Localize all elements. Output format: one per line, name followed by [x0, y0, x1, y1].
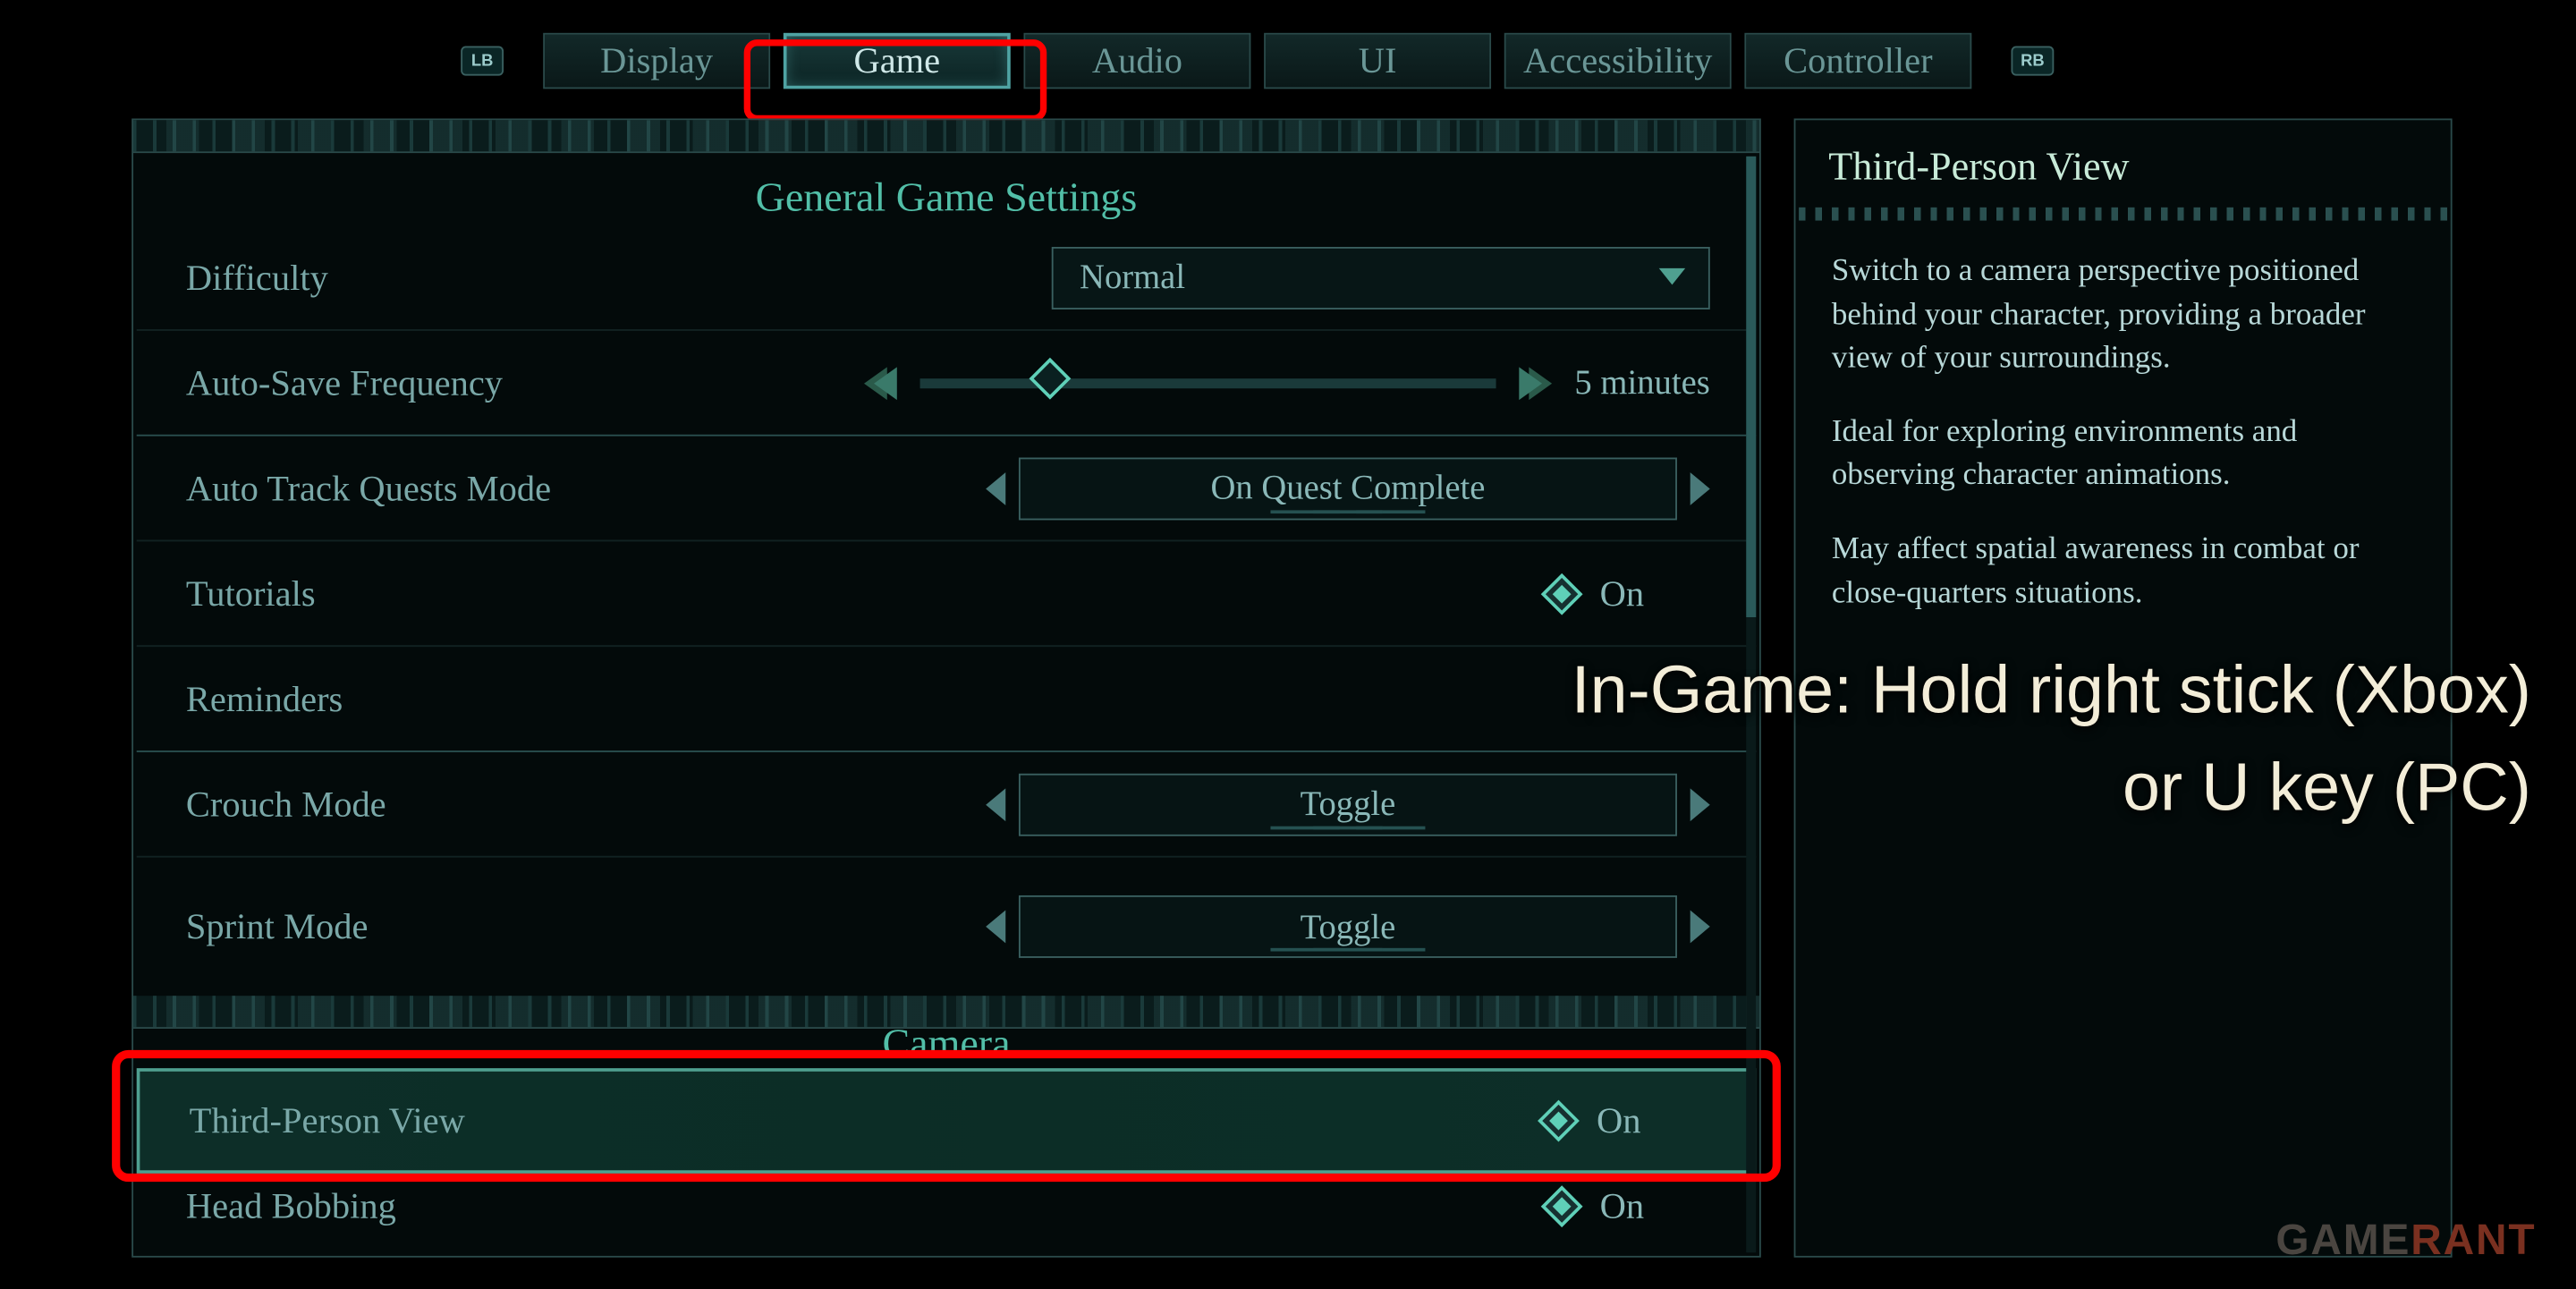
cycle-sprint[interactable]: Toggle [1019, 895, 1677, 958]
row-autosave[interactable]: Auto-Save Frequency 5 minutes [137, 331, 1757, 437]
watermark: GAMERANT [2275, 1215, 2536, 1266]
row-third-person-view[interactable]: Third-Person View On [137, 1068, 1757, 1174]
label-tpv: Third-Person View [190, 1099, 818, 1142]
slider-arrow-right-icon[interactable] [1519, 366, 1542, 399]
cycle-next-icon[interactable] [1690, 471, 1710, 505]
row-reminders[interactable]: Reminders [137, 647, 1757, 752]
watermark-b: RANT [2411, 1215, 2536, 1264]
tab-bar: LB Display Game Audio UI Accessibility C… [0, 0, 2576, 89]
info-ornament [1799, 208, 2447, 221]
row-crouch[interactable]: Crouch Mode Toggle [137, 752, 1757, 858]
cycle-crouch[interactable]: Toggle [1019, 773, 1677, 835]
label-reminders: Reminders [186, 677, 1710, 720]
row-difficulty[interactable]: Difficulty Normal [137, 225, 1757, 331]
info-panel: Third-Person View Switch to a camera per… [1794, 118, 2453, 1257]
label-crouch: Crouch Mode [186, 783, 821, 826]
label-difficulty: Difficulty [186, 256, 821, 299]
tab-display[interactable]: Display [543, 33, 770, 89]
cycle-prev-icon[interactable] [986, 911, 1005, 944]
toggle-value: On [1600, 1185, 1644, 1228]
diamond-on-icon [1541, 572, 1583, 615]
info-body: Switch to a camera perspective positione… [1795, 221, 2450, 675]
scrollbar-thumb[interactable] [1746, 157, 1756, 617]
cycle-next-icon[interactable] [1690, 911, 1710, 944]
row-tutorials[interactable]: Tutorials On [137, 541, 1757, 647]
tab-ui[interactable]: UI [1264, 33, 1491, 89]
rb-bumper[interactable]: RB [2011, 47, 2054, 76]
slider-autosave[interactable]: 5 minutes [874, 362, 1710, 403]
label-sprint: Sprint Mode [186, 905, 821, 948]
label-autotrack: Auto Track Quests Mode [186, 467, 821, 510]
watermark-a: GAME [2275, 1215, 2411, 1264]
panel-ornament-top [133, 120, 1759, 153]
tab-audio[interactable]: Audio [1023, 33, 1250, 89]
toggle-headbob[interactable]: On [1547, 1185, 1644, 1228]
toggle-tpv[interactable]: On [1544, 1099, 1640, 1142]
dropdown-value: Normal [1080, 257, 1185, 298]
row-head-bobbing[interactable]: Head Bobbing On [137, 1174, 1757, 1240]
cycle-prev-icon[interactable] [986, 787, 1005, 820]
slider-thumb-icon[interactable] [1029, 357, 1071, 399]
row-autotrack[interactable]: Auto Track Quests Mode On Quest Complete [137, 437, 1757, 542]
label-autosave: Auto-Save Frequency [186, 361, 821, 404]
toggle-value: On [1597, 1099, 1640, 1142]
diamond-on-icon [1538, 1100, 1580, 1142]
info-p2: Ideal for exploring environments and obs… [1832, 411, 2414, 499]
info-p3: May affect spatial awareness in combat o… [1832, 529, 2414, 616]
row-sprint[interactable]: Sprint Mode Toggle [137, 858, 1757, 996]
slider-value: 5 minutes [1574, 362, 1709, 403]
section-title-general: General Game Settings [133, 153, 1759, 225]
tab-controller[interactable]: Controller [1744, 33, 1971, 89]
label-tutorials: Tutorials [186, 572, 821, 615]
settings-panel: General Game Settings Difficulty Normal … [131, 118, 1761, 1257]
tab-accessibility[interactable]: Accessibility [1504, 33, 1732, 89]
slider-arrow-left-icon[interactable] [874, 366, 897, 399]
toggle-value: On [1600, 572, 1644, 615]
dropdown-difficulty[interactable]: Normal [1052, 246, 1710, 309]
label-headbob: Head Bobbing [186, 1185, 821, 1228]
lb-bumper[interactable]: LB [461, 47, 504, 76]
chevron-down-icon [1659, 267, 1685, 284]
cycle-autotrack[interactable]: On Quest Complete [1019, 457, 1677, 520]
info-title: Third-Person View [1795, 120, 2450, 208]
info-p1: Switch to a camera perspective positione… [1832, 250, 2414, 382]
toggle-tutorials[interactable]: On [1547, 572, 1644, 615]
diamond-on-icon [1541, 1185, 1583, 1227]
cycle-prev-icon[interactable] [986, 471, 1005, 505]
scrollbar[interactable] [1746, 157, 1756, 1252]
panel-ornament-mid [133, 996, 1759, 1029]
cycle-next-icon[interactable] [1690, 787, 1710, 820]
tab-game[interactable]: Game [784, 33, 1011, 89]
